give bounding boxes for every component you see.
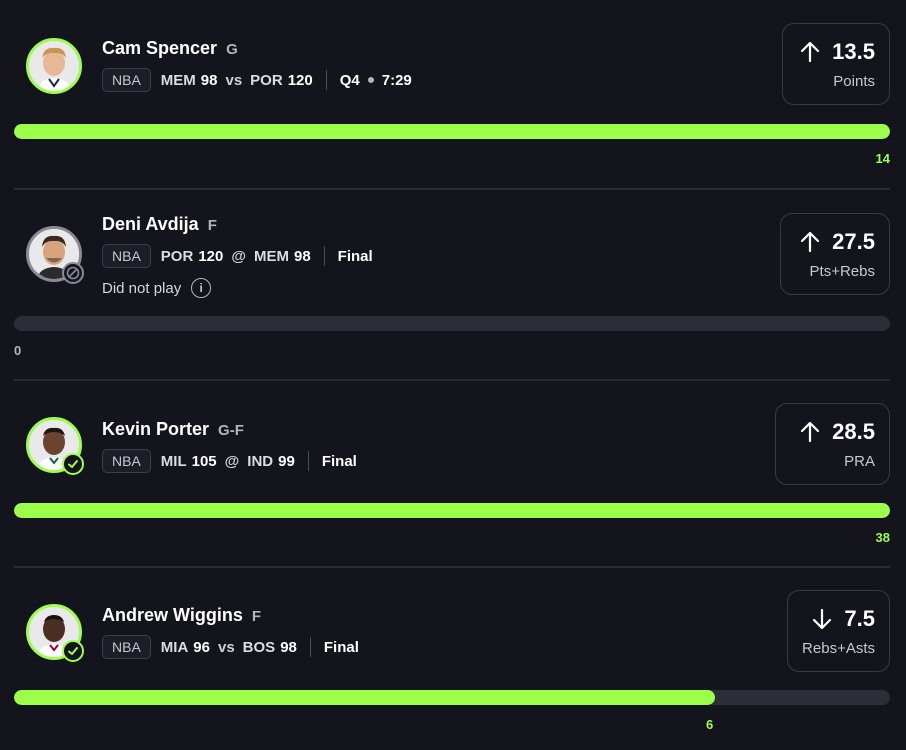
player-position: F xyxy=(207,217,217,234)
pick-card[interactable]: Cam Spencer G NBA MEM 98 vs POR 120 Q4 7… xyxy=(0,0,906,190)
projection-line: 28.5 xyxy=(832,418,875,444)
divider xyxy=(323,246,325,266)
progress-fill xyxy=(14,124,890,139)
pick-card[interactable]: Deni Avdija F NBA POR 120 @ MEM 98 Final… xyxy=(0,190,906,381)
divider xyxy=(307,451,309,471)
progress-bar xyxy=(14,316,890,331)
team-away: POR xyxy=(160,247,194,265)
matchup-connector: @ xyxy=(231,247,246,265)
player-avatar xyxy=(26,226,84,284)
progress-fill xyxy=(14,690,715,705)
divider xyxy=(309,637,311,657)
arrow-down-icon xyxy=(813,608,832,629)
player-avatar xyxy=(26,417,84,475)
score-away: 105 xyxy=(191,452,217,470)
score-home: 98 xyxy=(280,638,297,656)
progress-bar xyxy=(14,503,890,518)
player-position: G xyxy=(226,41,238,58)
league-badge: NBA xyxy=(102,635,151,659)
matchup-connector: vs xyxy=(225,71,243,89)
game-clock: 7:29 xyxy=(381,71,412,89)
actual-value: 38 xyxy=(875,530,890,545)
game-info: NBA MIA 96 vs BOS 98 Final xyxy=(102,635,359,659)
player-name: Cam Spencer xyxy=(102,38,218,58)
player-name: Andrew Wiggins xyxy=(102,605,243,625)
team-home: BOS xyxy=(242,638,276,656)
player-name: Kevin Porter xyxy=(102,419,210,439)
score-away: 96 xyxy=(193,638,210,656)
actual-value: 14 xyxy=(875,151,890,166)
arrow-up-icon xyxy=(801,421,820,442)
matchup-connector: @ xyxy=(224,452,240,470)
player-position: G-F xyxy=(218,422,244,439)
league-badge: NBA xyxy=(102,68,151,92)
projection-line: 13.5 xyxy=(832,38,875,64)
team-home: POR xyxy=(250,71,283,89)
did-not-play-label: Did not play xyxy=(102,279,182,297)
player-name: Deni Avdija xyxy=(102,214,199,234)
pick-card[interactable]: Andrew Wiggins F NBA MIA 96 vs BOS 98 Fi… xyxy=(0,568,906,750)
game-status: Final xyxy=(321,452,357,470)
league-badge: NBA xyxy=(102,244,151,268)
projection-box[interactable]: 7.5 Rebs+Asts xyxy=(787,590,890,672)
game-info: NBA MEM 98 vs POR 120 Q4 7:29 xyxy=(102,68,412,92)
projection-box[interactable]: 28.5 PRA xyxy=(775,403,890,485)
game-status: Final xyxy=(323,638,359,656)
score-away: 120 xyxy=(198,247,224,265)
player-avatar xyxy=(26,604,84,662)
projection-stat: PRA xyxy=(844,452,875,470)
progress-bar xyxy=(14,124,890,139)
league-badge: NBA xyxy=(102,449,151,473)
projection-line: 27.5 xyxy=(832,228,875,254)
actual-value: 0 xyxy=(14,343,22,358)
team-away: MEM xyxy=(160,71,196,89)
team-home: MEM xyxy=(253,247,289,265)
game-period: Q4 xyxy=(339,71,360,89)
progress-fill xyxy=(14,503,890,518)
divider xyxy=(325,70,327,90)
check-icon xyxy=(62,640,84,662)
team-away: MIL xyxy=(160,452,187,470)
pick-card[interactable]: Kevin Porter G-F NBA MIL 105 @ IND 99 Fi… xyxy=(0,381,906,568)
arrow-up-icon xyxy=(801,41,820,62)
team-home: IND xyxy=(247,452,274,470)
projection-stat: Points xyxy=(833,72,875,90)
score-away: 98 xyxy=(200,71,218,89)
projection-line: 7.5 xyxy=(844,605,875,631)
projection-box[interactable]: 13.5 Points xyxy=(782,23,890,105)
picks-list: Cam Spencer G NBA MEM 98 vs POR 120 Q4 7… xyxy=(0,0,906,750)
actual-value: 6 xyxy=(706,717,714,732)
matchup-connector: vs xyxy=(217,638,235,656)
score-home: 99 xyxy=(278,452,295,470)
arrow-up-icon xyxy=(801,231,820,252)
player-position: F xyxy=(251,608,262,625)
score-home: 120 xyxy=(287,71,313,89)
player-headshot-icon xyxy=(29,41,79,91)
projection-stat: Rebs+Asts xyxy=(802,639,875,657)
game-status: Final xyxy=(337,247,373,265)
progress-bar xyxy=(14,690,890,705)
player-avatar xyxy=(26,38,82,94)
team-away: MIA xyxy=(160,638,189,656)
game-info: NBA POR 120 @ MEM 98 Final xyxy=(102,244,373,268)
ban-icon xyxy=(62,262,84,284)
check-icon xyxy=(62,453,84,475)
game-info: NBA MIL 105 @ IND 99 Final xyxy=(102,449,357,473)
projection-stat: Pts+Rebs xyxy=(809,262,875,280)
info-icon[interactable]: i xyxy=(191,278,212,298)
projection-box[interactable]: 27.5 Pts+Rebs xyxy=(780,213,890,295)
score-home: 98 xyxy=(293,247,311,265)
live-dot-icon xyxy=(367,77,374,83)
